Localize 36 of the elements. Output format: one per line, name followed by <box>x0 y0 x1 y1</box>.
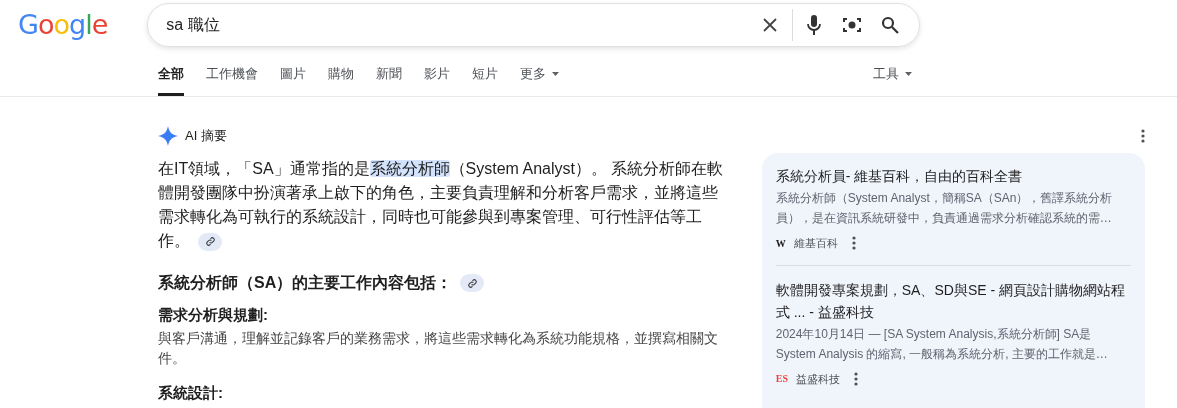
link-icon[interactable] <box>198 232 222 251</box>
item-title: 系統設計: <box>158 383 224 403</box>
source-snippet: 2024年10月14日 — [SA System Analysis,系統分析師] SA是System Analysis 的縮寫, 一般稱為系統分析, 主要的工作就是… <box>775 325 1109 363</box>
source-snippet: 系統分析師（System Analyst，簡稱SA（SAn），舊譯系統分析員），是在資訊系統研發中，負責通過需求分析確認系統的需… <box>775 190 1114 227</box>
site-name: 益盛科技 <box>796 371 840 387</box>
search-tab[interactable]: 更多 <box>520 58 559 96</box>
site-favicon: W <box>775 236 786 251</box>
source-title[interactable]: 軟體開發專案規劃，SA、SD與SE - 網頁設計購物網站程式 ... - 益盛科技 <box>775 278 1131 323</box>
search-icon[interactable] <box>881 15 900 34</box>
site-name: 維基百科 <box>793 236 838 251</box>
search-tab[interactable]: 全部 <box>158 58 184 96</box>
search-tab[interactable]: 影片 <box>424 58 450 96</box>
caret-icon <box>905 71 912 76</box>
search-tab[interactable]: 短片 <box>472 58 498 96</box>
link-icon[interactable] <box>460 274 485 292</box>
site-favicon: ES <box>775 372 788 387</box>
item-text: 與客戶溝通，理解並記錄客戶的業務需求，將這些需求轉化為系統功能規格，並撰寫相關文件。 <box>158 329 719 368</box>
search-tab[interactable]: 圖片 <box>280 58 306 96</box>
more-icon[interactable] <box>854 371 858 386</box>
more-icon[interactable] <box>1141 129 1145 143</box>
camera-icon[interactable] <box>843 15 862 34</box>
search-tab[interactable]: 購物 <box>328 58 354 96</box>
item-title: 需求分析與規劃: <box>158 305 269 325</box>
more-icon[interactable] <box>851 236 856 251</box>
section-heading: 系統分析師（SA）的主要工作內容包括： <box>158 273 453 293</box>
summary-paragraph: 在IT領域，「SA」通常指的是系統分析師（System Analyst）。 系統分析師在軟體開發團隊中扮演著承上啟下的角色，主要負責理解和分析客戶需求，並將這些需求轉化為可執行的系統設計，同時也可能參與到專案管理、可行性評估等工作。 <box>158 159 725 253</box>
ai-overview-title: AI 摘要 <box>185 127 227 146</box>
search-tab[interactable]: 新聞 <box>376 58 402 96</box>
microphone-icon[interactable] <box>807 14 822 35</box>
source-title[interactable]: 系統分析員- 維基百科，自由的百科全書 <box>775 165 1131 187</box>
tools-button[interactable]: 工具 <box>873 58 912 96</box>
search-tab[interactable]: 工作機會 <box>206 58 258 96</box>
close-icon[interactable] <box>762 16 779 33</box>
sparkle-icon <box>158 126 178 146</box>
google-logo[interactable]: Google <box>18 7 108 42</box>
search-text[interactable]: sa 職位 <box>166 12 763 37</box>
